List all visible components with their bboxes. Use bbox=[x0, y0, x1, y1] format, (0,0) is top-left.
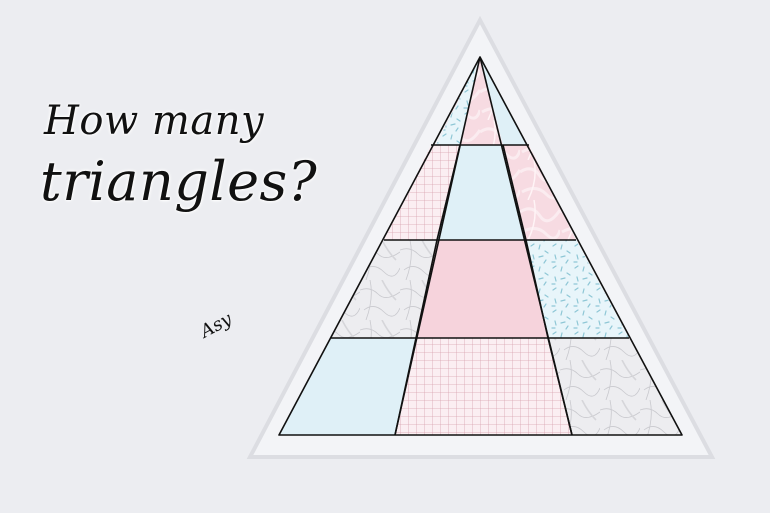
tile-r4-c2 bbox=[395, 338, 572, 435]
title-line-1: How many bbox=[44, 98, 265, 144]
triangle-puzzle bbox=[246, 15, 716, 459]
title-line-2: triangles? bbox=[40, 150, 318, 213]
